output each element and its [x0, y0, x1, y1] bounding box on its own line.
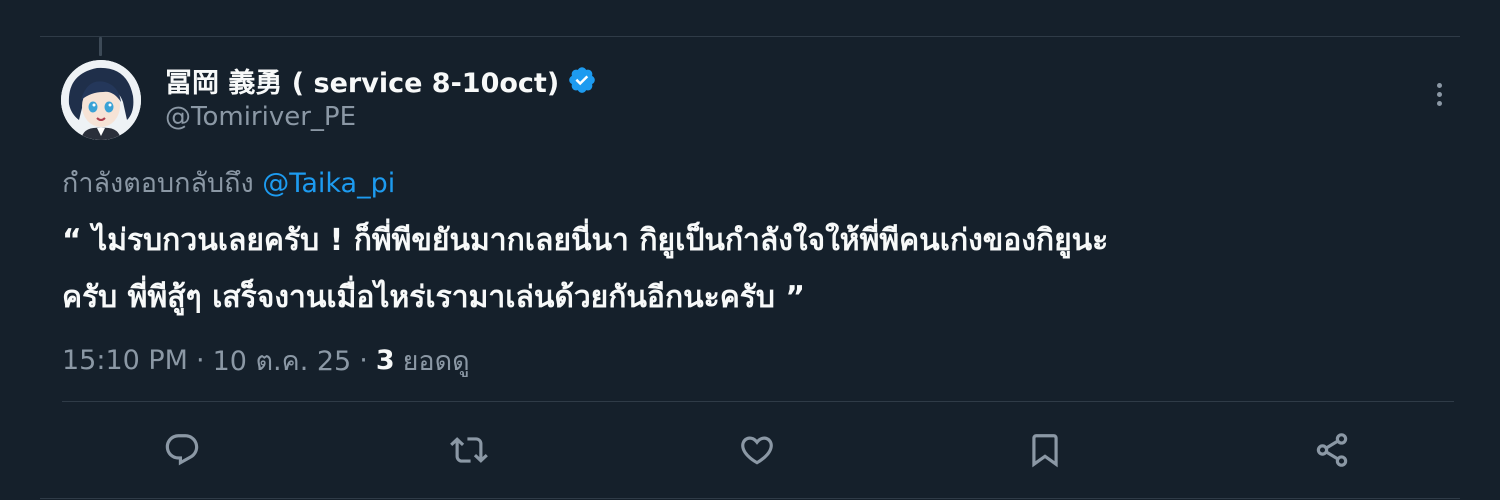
bottom-divider	[40, 498, 1460, 499]
tweet-detail-page: 冨岡 義勇 ( service 8-10oct) @Tomiriver_PE ก…	[0, 0, 1500, 500]
avatar[interactable]	[61, 60, 141, 140]
reply-icon	[165, 434, 199, 466]
author-handle[interactable]: @Tomiriver_PE	[165, 102, 597, 132]
tweet-time[interactable]: 15:10 PM	[62, 345, 188, 376]
tweet-action-bar	[0, 428, 1500, 472]
avatar-image	[61, 60, 141, 140]
author-name-row: 冨岡 義勇 ( service 8-10oct)	[165, 60, 597, 100]
more-dot-icon	[1436, 82, 1442, 88]
heart-icon	[741, 436, 773, 465]
meta-separator: ·	[195, 345, 205, 376]
views-label[interactable]: ยอดดู	[403, 339, 470, 382]
author-display-name[interactable]: 冨岡 義勇 ( service 8-10oct)	[165, 61, 559, 100]
thread-connector-line	[99, 37, 102, 56]
top-divider	[40, 36, 1460, 37]
more-options-button[interactable]	[1424, 74, 1454, 114]
replying-to-line: กำลังตอบกลับถึง @Taika_pi	[62, 161, 395, 204]
retweet-button[interactable]	[447, 428, 491, 472]
tweet-date[interactable]: 10 ต.ค. 25	[213, 339, 352, 382]
tweet-text-line: “ ไม่รบกวนเลยครับ ! ก็พี่พีขยันมากเลยนี่…	[62, 223, 1109, 258]
reply-button[interactable]	[160, 428, 204, 472]
views-count[interactable]: 3	[376, 345, 395, 376]
tweet-text-line: ครับ พี่พีสู้ๆ เสร็จงานเมื่อไหร่เรามาเล่…	[62, 280, 806, 315]
author-block: 冨岡 義勇 ( service 8-10oct) @Tomiriver_PE	[165, 60, 597, 132]
tweet-metadata: 15:10 PM · 10 ต.ค. 25 · 3 ยอดดู	[62, 339, 470, 382]
bookmark-button[interactable]	[1023, 428, 1067, 472]
share-button[interactable]	[1310, 428, 1354, 472]
tweet-text: “ ไม่รบกวนเลยครับ ! ก็พี่พีขยันมากเลยนี่…	[62, 212, 1462, 326]
verified-badge-icon	[567, 65, 597, 95]
actions-divider	[62, 401, 1454, 402]
replying-to-mention-link[interactable]: @Taika_pi	[262, 168, 395, 199]
meta-separator: ·	[359, 345, 368, 376]
retweet-icon	[450, 437, 488, 463]
more-dot-icon	[1436, 100, 1442, 106]
more-dot-icon	[1436, 91, 1442, 97]
like-button[interactable]	[735, 428, 779, 472]
bookmark-icon	[1032, 434, 1058, 468]
share-icon	[1316, 433, 1348, 467]
replying-to-label: กำลังตอบกลับถึง	[62, 168, 254, 199]
